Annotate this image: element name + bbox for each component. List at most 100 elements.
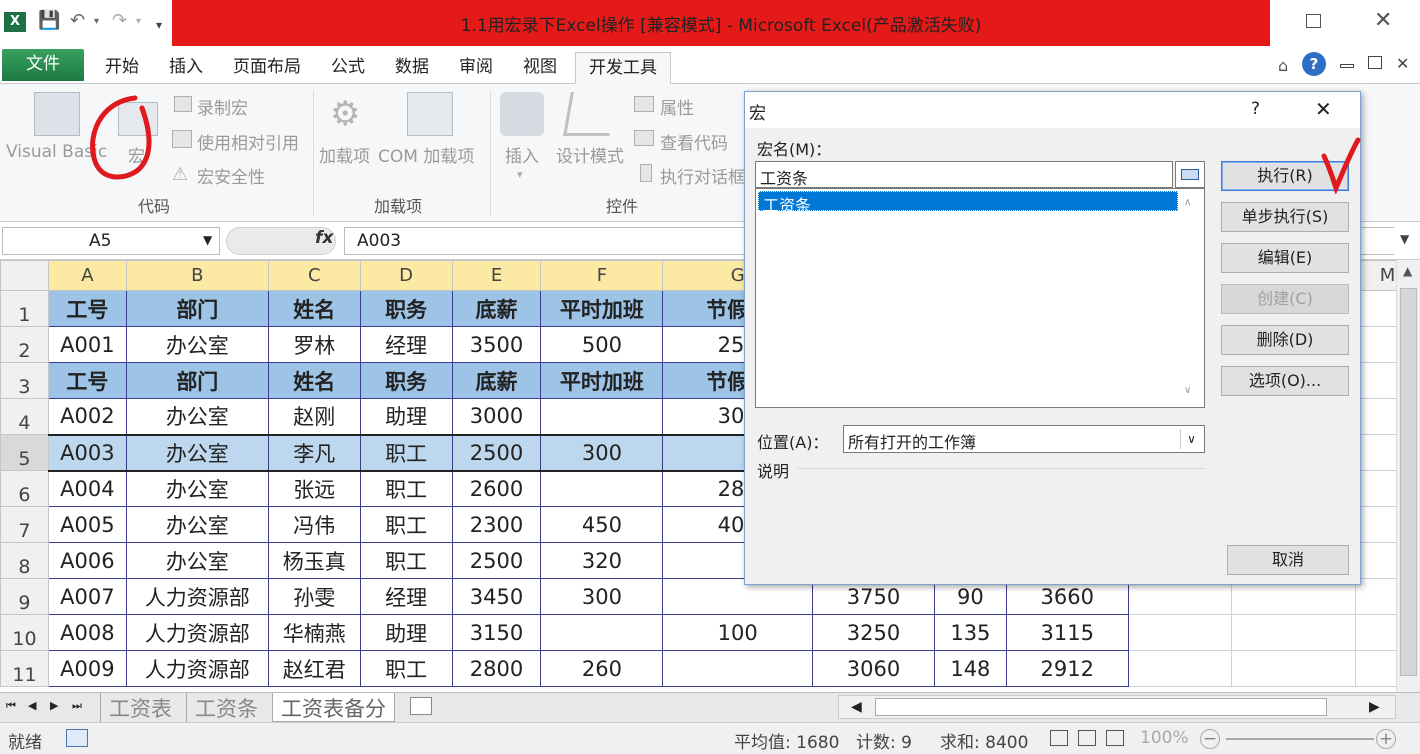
cell[interactable]: 杨玉真: [267, 542, 361, 579]
macro-list-item-selected[interactable]: 工资条: [758, 191, 1178, 215]
prev-sheet-icon[interactable]: ◀: [28, 699, 36, 712]
cell[interactable]: 3115: [1005, 614, 1129, 651]
cell[interactable]: 办公室: [125, 542, 269, 579]
location-select[interactable]: 所有打开的工作簿 ∨: [843, 425, 1205, 453]
row-header[interactable]: 8: [0, 542, 49, 579]
cell[interactable]: 职工: [359, 542, 453, 579]
dialog-help-button[interactable]: ?: [1251, 99, 1260, 119]
cell[interactable]: 平时加班: [540, 362, 664, 399]
cell[interactable]: 3250: [812, 614, 935, 651]
row-header[interactable]: 10: [0, 614, 49, 651]
cell[interactable]: A001: [47, 326, 127, 363]
zoom-in-icon[interactable]: +: [1376, 729, 1396, 749]
cell[interactable]: 职工: [359, 470, 453, 507]
cell[interactable]: 办公室: [125, 470, 269, 507]
cell[interactable]: 赵刚: [267, 398, 361, 435]
run-dialog-button[interactable]: 执行对话框: [660, 163, 745, 188]
insert-controls-button[interactable]: 插入: [505, 142, 539, 167]
macro-name-input[interactable]: 工资条: [755, 161, 1173, 188]
cell[interactable]: 450: [540, 506, 664, 543]
collapse-dialog-icon[interactable]: [1175, 161, 1205, 188]
cell[interactable]: 职工: [359, 433, 453, 472]
cell[interactable]: 孙雯: [267, 578, 361, 615]
cell[interactable]: A002: [47, 398, 127, 435]
insert-function-icon[interactable]: fx: [315, 228, 333, 248]
cell[interactable]: 经理: [359, 326, 453, 363]
design-mode-button[interactable]: 设计模式: [556, 142, 624, 167]
undo-icon[interactable]: ↶: [70, 10, 85, 31]
cell[interactable]: 2300: [451, 506, 542, 543]
sheet-tab-2[interactable]: 工资条: [186, 693, 266, 722]
customize-qat-icon[interactable]: ▾: [156, 18, 162, 32]
list-scroll-up-icon[interactable]: ∧: [1184, 197, 1191, 208]
vertical-scrollbar[interactable]: ▲: [1396, 260, 1420, 692]
view-code-button[interactable]: 查看代码: [660, 129, 728, 154]
scroll-right-icon[interactable]: ▶: [1369, 699, 1380, 715]
cell[interactable]: 100: [662, 614, 814, 651]
row-header[interactable]: 7: [0, 506, 49, 543]
cell[interactable]: 职务: [359, 362, 453, 399]
dialog-close-button[interactable]: ✕: [1315, 97, 1332, 121]
cell[interactable]: 2500: [451, 433, 542, 472]
cell[interactable]: [540, 614, 664, 651]
macro-list[interactable]: 工资条 ∧ ∨: [755, 188, 1205, 408]
cell[interactable]: 姓名: [267, 290, 361, 327]
create-macro-button[interactable]: 创建(C): [1221, 284, 1349, 314]
cell[interactable]: 300: [540, 433, 664, 472]
zoom-level[interactable]: 100%: [1140, 728, 1189, 748]
cell[interactable]: 148: [933, 650, 1007, 687]
cell[interactable]: 3060: [812, 650, 935, 687]
cell[interactable]: [1127, 614, 1233, 651]
macro-options-button[interactable]: 选项(O)...: [1221, 366, 1349, 396]
last-sheet-icon[interactable]: ⏭: [72, 699, 82, 713]
doc-restore-icon[interactable]: [1368, 56, 1382, 69]
undo-dropdown-icon[interactable]: ▾: [94, 16, 99, 27]
select-all-corner[interactable]: [0, 260, 49, 291]
record-macro-button[interactable]: 录制宏: [197, 94, 248, 119]
cell[interactable]: 罗林: [267, 326, 361, 363]
row-header[interactable]: 2: [0, 326, 49, 363]
scroll-left-icon[interactable]: ◀: [851, 699, 862, 715]
tab-file[interactable]: 文件: [2, 49, 84, 81]
cell[interactable]: [540, 470, 664, 507]
column-header[interactable]: D: [359, 260, 453, 291]
cell[interactable]: [662, 650, 814, 687]
step-into-button[interactable]: 单步执行(S): [1221, 202, 1349, 232]
cell[interactable]: 华楠燕: [267, 614, 361, 651]
cell[interactable]: 3500: [451, 326, 542, 363]
cell[interactable]: 办公室: [125, 398, 269, 435]
expand-formula-icon[interactable]: ▼: [1400, 232, 1409, 246]
page-break-view-icon[interactable]: [1106, 730, 1124, 746]
column-header[interactable]: B: [125, 260, 269, 291]
row-header[interactable]: 1: [0, 290, 49, 327]
macro-security-button[interactable]: 宏安全性: [197, 163, 265, 188]
cell[interactable]: 人力资源部: [125, 578, 269, 615]
cell[interactable]: A007: [47, 578, 127, 615]
cell[interactable]: 3150: [451, 614, 542, 651]
column-header[interactable]: F: [540, 260, 664, 291]
cell[interactable]: [1127, 650, 1233, 687]
sheet-tab-3[interactable]: 工资表备分: [272, 693, 395, 722]
cell[interactable]: 260: [540, 650, 664, 687]
cell[interactable]: 职务: [359, 290, 453, 327]
cell[interactable]: 李凡: [267, 433, 361, 472]
cell[interactable]: [1231, 614, 1357, 651]
tab-page-layout[interactable]: 页面布局: [222, 52, 312, 84]
zoom-out-icon[interactable]: −: [1200, 729, 1220, 749]
addin-button[interactable]: 加载项: [319, 142, 370, 167]
relative-reference-button[interactable]: 使用相对引用: [197, 129, 299, 154]
page-layout-view-icon[interactable]: [1078, 730, 1096, 746]
tab-data[interactable]: 数据: [384, 52, 440, 84]
cell[interactable]: 工号: [47, 362, 127, 399]
insert-dropdown-icon[interactable]: ▾: [517, 168, 523, 181]
cell[interactable]: 职工: [359, 506, 453, 543]
cell[interactable]: 办公室: [125, 506, 269, 543]
cell[interactable]: A003: [47, 433, 127, 472]
row-header[interactable]: 3: [0, 362, 49, 399]
tab-developer[interactable]: 开发工具: [575, 52, 671, 84]
excel-app-icon[interactable]: X: [4, 12, 26, 32]
tab-view[interactable]: 视图: [512, 52, 568, 84]
cell[interactable]: 部门: [125, 362, 269, 399]
cell[interactable]: 姓名: [267, 362, 361, 399]
cell[interactable]: 2912: [1005, 650, 1129, 687]
